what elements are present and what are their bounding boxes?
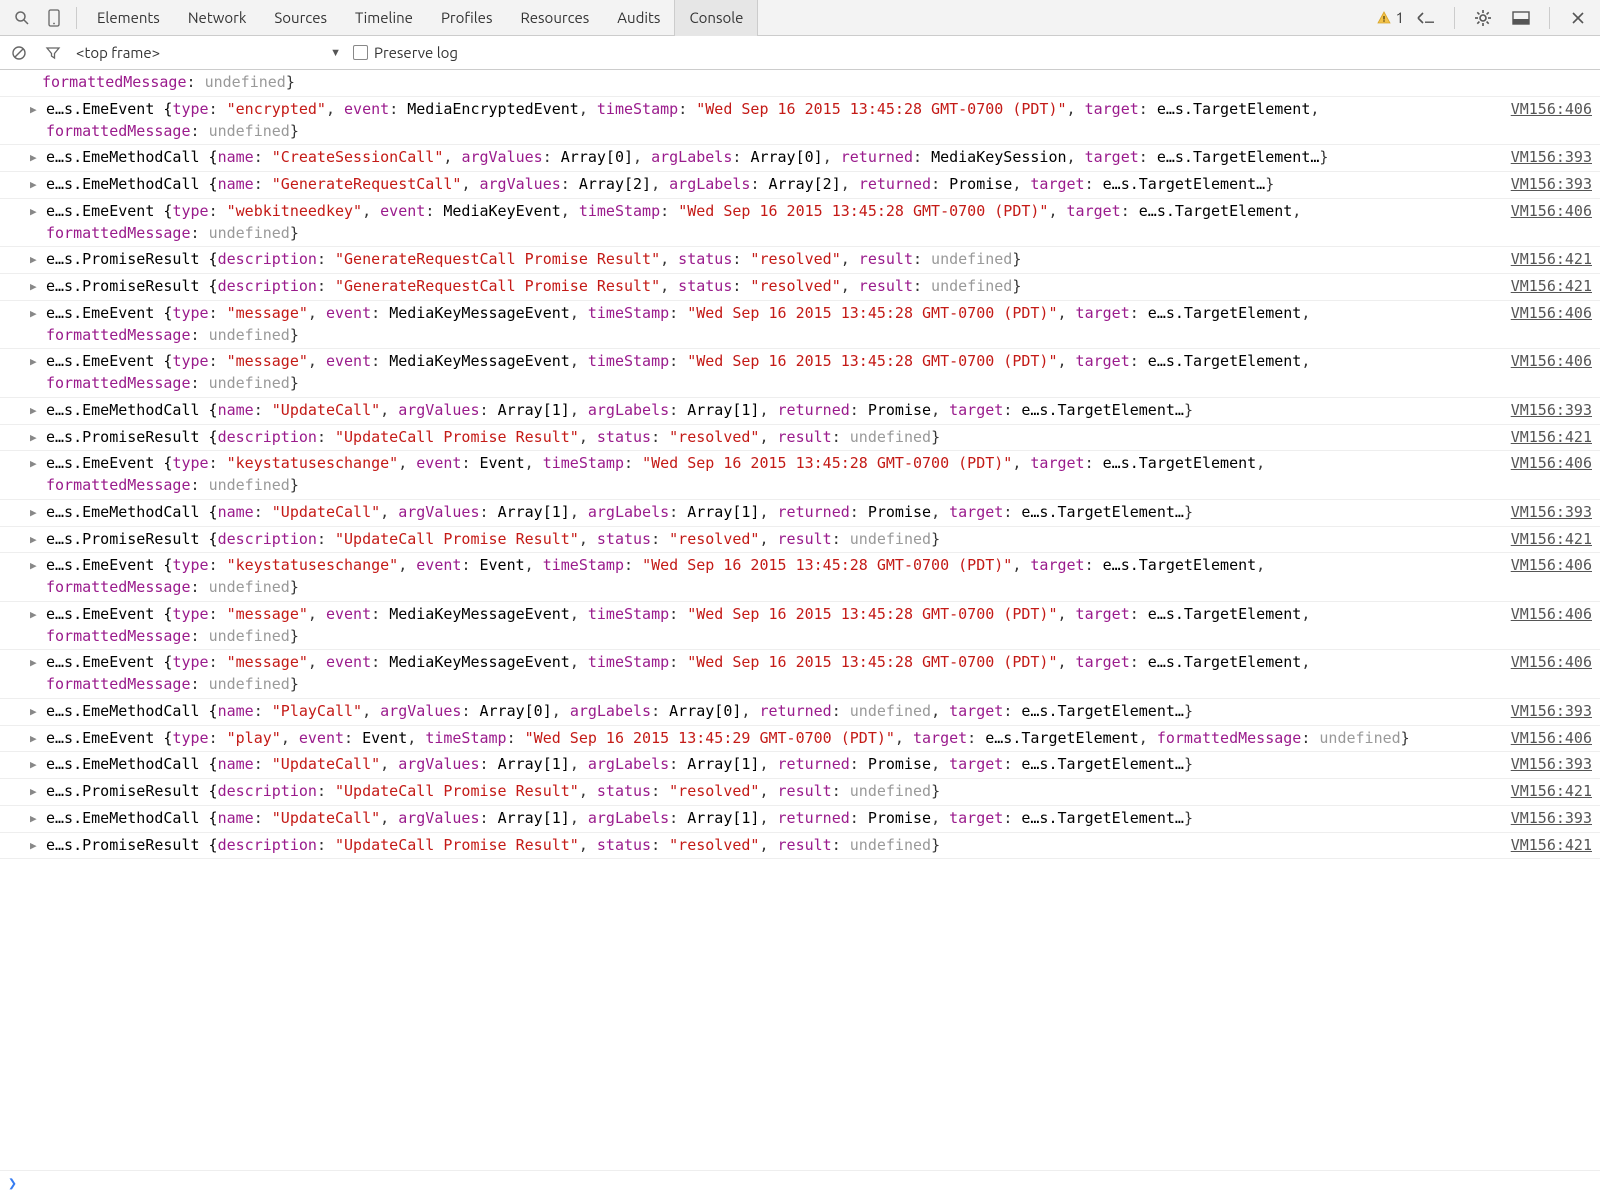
source-link[interactable]: VM156:406 (1511, 652, 1592, 674)
console-entry[interactable]: VM156:393▶ e…s.EmeMethodCall {name: "Upd… (0, 500, 1600, 527)
source-link[interactable]: VM156:406 (1511, 555, 1592, 577)
source-link[interactable]: VM156:421 (1511, 427, 1592, 449)
console-log-area: formattedMessage: undefined}VM156:406▶ e… (0, 70, 1600, 1170)
console-entry[interactable]: VM156:406▶ e…s.EmeEvent {type: "message"… (0, 349, 1600, 398)
preserve-log-label: Preserve log (374, 44, 458, 61)
warning-icon (1376, 10, 1392, 26)
console-entry[interactable]: VM156:393▶ e…s.EmeMethodCall {name: "Upd… (0, 398, 1600, 425)
console-entry[interactable]: VM156:393▶ e…s.EmeMethodCall {name: "Upd… (0, 806, 1600, 833)
warning-number: 1 (1396, 9, 1404, 26)
source-link[interactable]: VM156:393 (1511, 754, 1592, 776)
device-icon[interactable] (40, 4, 68, 32)
console-entry[interactable]: formattedMessage: undefined} (0, 70, 1600, 97)
console-entry[interactable]: VM156:393▶ e…s.EmeMethodCall {name: "Upd… (0, 752, 1600, 779)
tab-audits[interactable]: Audits (603, 0, 674, 36)
preserve-log-checkbox[interactable]: Preserve log (353, 44, 458, 61)
source-link[interactable]: VM156:421 (1511, 249, 1592, 271)
console-entry[interactable]: VM156:421▶ e…s.PromiseResult {descriptio… (0, 779, 1600, 806)
console-entry[interactable]: VM156:421▶ e…s.PromiseResult {descriptio… (0, 425, 1600, 452)
source-link[interactable]: VM156:421 (1511, 529, 1592, 551)
tab-elements[interactable]: Elements (83, 0, 174, 36)
source-link[interactable]: VM156:393 (1511, 701, 1592, 723)
source-link[interactable]: VM156:406 (1511, 728, 1592, 750)
separator (1549, 7, 1550, 29)
filter-icon[interactable] (42, 42, 64, 64)
tab-timeline[interactable]: Timeline (341, 0, 427, 36)
console-entry[interactable]: VM156:393▶ e…s.EmeMethodCall {name: "Gen… (0, 172, 1600, 199)
source-link[interactable]: VM156:393 (1511, 147, 1592, 169)
tab-resources[interactable]: Resources (506, 0, 603, 36)
console-entry[interactable]: VM156:406▶ e…s.EmeEvent {type: "message"… (0, 650, 1600, 699)
devtools-toolbar: ElementsNetworkSourcesTimelineProfilesRe… (0, 0, 1600, 36)
console-entry[interactable]: VM156:406▶ e…s.EmeEvent {type: "encrypte… (0, 97, 1600, 146)
console-sub-toolbar: <top frame> ▼ Preserve log (0, 36, 1600, 70)
console-entry[interactable]: VM156:406▶ e…s.EmeEvent {type: "play", e… (0, 726, 1600, 753)
tab-profiles[interactable]: Profiles (427, 0, 507, 36)
source-link[interactable]: VM156:393 (1511, 808, 1592, 830)
console-entry[interactable]: VM156:421▶ e…s.PromiseResult {descriptio… (0, 833, 1600, 860)
tab-console[interactable]: Console (674, 0, 758, 36)
frame-selector[interactable]: <top frame> ▼ (76, 44, 341, 61)
console-entry[interactable]: VM156:406▶ e…s.EmeEvent {type: "message"… (0, 602, 1600, 651)
console-entry[interactable]: VM156:393▶ e…s.EmeMethodCall {name: "Pla… (0, 699, 1600, 726)
clear-console-icon[interactable] (8, 42, 30, 64)
dock-icon[interactable] (1507, 4, 1535, 32)
console-entry[interactable]: VM156:406▶ e…s.EmeEvent {type: "webkitne… (0, 199, 1600, 248)
prompt-chevron-icon: ❯ (8, 1174, 17, 1192)
separator (76, 7, 77, 29)
console-entry[interactable]: VM156:406▶ e…s.EmeEvent {type: "keystatu… (0, 553, 1600, 602)
console-prompt[interactable]: ❯ (0, 1170, 1600, 1194)
gear-icon[interactable] (1469, 4, 1497, 32)
tab-network[interactable]: Network (174, 0, 261, 36)
chevron-down-icon: ▼ (330, 47, 341, 59)
source-link[interactable]: VM156:421 (1511, 835, 1592, 857)
console-entry[interactable]: VM156:421▶ e…s.PromiseResult {descriptio… (0, 247, 1600, 274)
source-link[interactable]: VM156:421 (1511, 276, 1592, 298)
warning-count[interactable]: 1 (1376, 9, 1404, 26)
source-link[interactable]: VM156:393 (1511, 174, 1592, 196)
source-link[interactable]: VM156:406 (1511, 99, 1592, 121)
separator (1454, 7, 1455, 29)
checkbox-icon (353, 45, 368, 60)
drawer-toggle-icon[interactable] (1412, 4, 1440, 32)
source-link[interactable]: VM156:406 (1511, 604, 1592, 626)
source-link[interactable]: VM156:393 (1511, 400, 1592, 422)
source-link[interactable]: VM156:393 (1511, 502, 1592, 524)
panel-tabs: ElementsNetworkSourcesTimelineProfilesRe… (83, 0, 758, 36)
source-link[interactable]: VM156:421 (1511, 781, 1592, 803)
source-link[interactable]: VM156:406 (1511, 351, 1592, 373)
source-link[interactable]: VM156:406 (1511, 303, 1592, 325)
console-entry[interactable]: VM156:421▶ e…s.PromiseResult {descriptio… (0, 274, 1600, 301)
source-link[interactable]: VM156:406 (1511, 201, 1592, 223)
frame-label: <top frame> (76, 44, 160, 61)
console-entry[interactable]: VM156:406▶ e…s.EmeEvent {type: "message"… (0, 301, 1600, 350)
console-entry[interactable]: VM156:406▶ e…s.EmeEvent {type: "keystatu… (0, 451, 1600, 500)
console-entry[interactable]: VM156:421▶ e…s.PromiseResult {descriptio… (0, 527, 1600, 554)
source-link[interactable]: VM156:406 (1511, 453, 1592, 475)
close-icon[interactable] (1564, 4, 1592, 32)
tab-sources[interactable]: Sources (260, 0, 341, 36)
search-icon[interactable] (8, 4, 36, 32)
console-entry[interactable]: VM156:393▶ e…s.EmeMethodCall {name: "Cre… (0, 145, 1600, 172)
